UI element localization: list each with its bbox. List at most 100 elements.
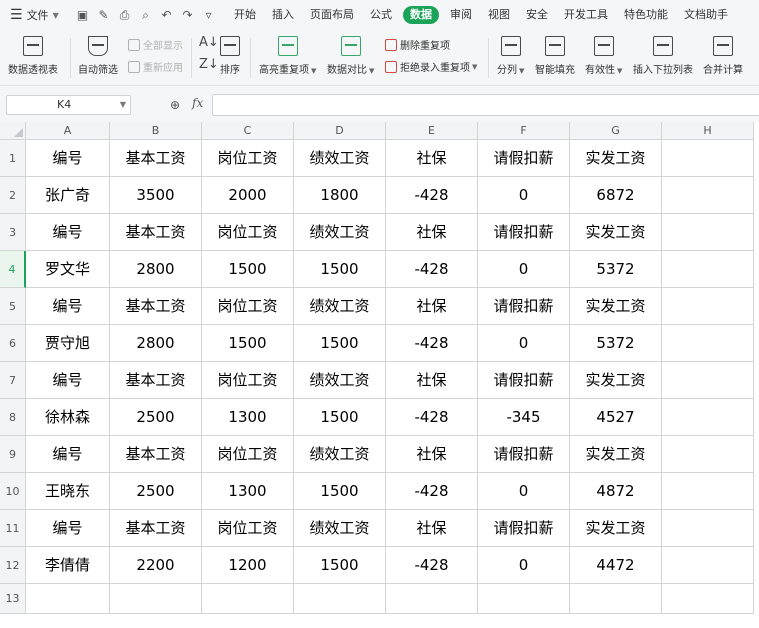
cell-b2[interactable]: 3500 xyxy=(110,177,202,214)
cell-f9[interactable]: 请假扣薪 xyxy=(478,436,570,473)
cell-h11[interactable] xyxy=(662,510,754,547)
row-header-10[interactable]: 10 xyxy=(0,473,26,510)
cell-d1[interactable]: 绩效工资 xyxy=(294,140,386,177)
column-header-d[interactable]: D xyxy=(294,122,386,140)
cell-b3[interactable]: 基本工资 xyxy=(110,214,202,251)
cell-g13[interactable] xyxy=(570,584,662,614)
row-header-3[interactable]: 3 xyxy=(0,214,26,251)
cell-f3[interactable]: 请假扣薪 xyxy=(478,214,570,251)
redo-icon[interactable]: ↷ xyxy=(177,8,198,22)
save-icon[interactable]: ▣ xyxy=(72,8,93,22)
cell-a3[interactable]: 编号 xyxy=(26,214,110,251)
row-header-7[interactable]: 7 xyxy=(0,362,26,399)
tab-8[interactable]: 开发工具 xyxy=(556,0,616,30)
row-header-5[interactable]: 5 xyxy=(0,288,26,325)
cell-b4[interactable]: 2800 xyxy=(110,251,202,288)
cell-a1[interactable]: 编号 xyxy=(26,140,110,177)
function-icon[interactable]: fx xyxy=(192,96,203,110)
smart-fill-button[interactable]: 智能填充 xyxy=(535,36,575,76)
tab-5[interactable]: 审阅 xyxy=(442,0,480,30)
cell-c13[interactable] xyxy=(202,584,294,614)
cell-c4[interactable]: 1500 xyxy=(202,251,294,288)
customize-icon[interactable]: ▿ xyxy=(198,8,219,22)
cell-c9[interactable]: 岗位工资 xyxy=(202,436,294,473)
select-all-corner[interactable] xyxy=(0,122,26,140)
cell-a10[interactable]: 王晓东 xyxy=(26,473,110,510)
cell-b8[interactable]: 2500 xyxy=(110,399,202,436)
cell-d4[interactable]: 1500 xyxy=(294,251,386,288)
cell-h10[interactable] xyxy=(662,473,754,510)
cell-a4[interactable]: 罗文华 xyxy=(26,251,110,288)
column-header-b[interactable]: B xyxy=(110,122,202,140)
cell-e10[interactable]: -428 xyxy=(386,473,478,510)
cell-a5[interactable]: 编号 xyxy=(26,288,110,325)
autofilter-button[interactable]: 自动筛选 xyxy=(78,36,118,76)
zoom-icon[interactable]: ⊕ xyxy=(170,98,180,112)
cell-a2[interactable]: 张广奇 xyxy=(26,177,110,214)
print-icon[interactable]: ⎙ xyxy=(114,8,135,23)
cell-e7[interactable]: 社保 xyxy=(386,362,478,399)
cell-a6[interactable]: 贾守旭 xyxy=(26,325,110,362)
cell-f13[interactable] xyxy=(478,584,570,614)
cell-f11[interactable]: 请假扣薪 xyxy=(478,510,570,547)
cell-c2[interactable]: 2000 xyxy=(202,177,294,214)
cell-g11[interactable]: 实发工资 xyxy=(570,510,662,547)
cell-e5[interactable]: 社保 xyxy=(386,288,478,325)
merge-calculation-button[interactable]: 合并计算 xyxy=(703,36,743,76)
cell-a9[interactable]: 编号 xyxy=(26,436,110,473)
data-compare-button[interactable]: 数据对比 ▼ xyxy=(327,36,374,76)
tab-6[interactable]: 视图 xyxy=(480,0,518,30)
cell-g3[interactable]: 实发工资 xyxy=(570,214,662,251)
cell-e4[interactable]: -428 xyxy=(386,251,478,288)
chevron-down-icon[interactable]: ▼ xyxy=(120,96,126,114)
cell-b11[interactable]: 基本工资 xyxy=(110,510,202,547)
row-header-8[interactable]: 8 xyxy=(0,399,26,436)
reapply-button[interactable]: 重新应用 xyxy=(128,59,183,74)
cell-b7[interactable]: 基本工资 xyxy=(110,362,202,399)
row-header-6[interactable]: 6 xyxy=(0,325,26,362)
cell-h2[interactable] xyxy=(662,177,754,214)
cell-a7[interactable]: 编号 xyxy=(26,362,110,399)
cell-g12[interactable]: 4472 xyxy=(570,547,662,584)
cell-g9[interactable]: 实发工资 xyxy=(570,436,662,473)
remove-duplicates-button[interactable]: 删除重复项 xyxy=(385,37,450,52)
format-painter-icon[interactable]: ✎ xyxy=(93,8,114,22)
sort-ascending-icon[interactable]: A↓ xyxy=(199,35,219,50)
cell-f7[interactable]: 请假扣薪 xyxy=(478,362,570,399)
cell-g7[interactable]: 实发工资 xyxy=(570,362,662,399)
cell-d8[interactable]: 1500 xyxy=(294,399,386,436)
cell-h5[interactable] xyxy=(662,288,754,325)
row-header-12[interactable]: 12 xyxy=(0,547,26,584)
cell-h12[interactable] xyxy=(662,547,754,584)
cell-e1[interactable]: 社保 xyxy=(386,140,478,177)
sort-descending-icon[interactable]: Z↓ xyxy=(199,57,219,72)
cell-b1[interactable]: 基本工资 xyxy=(110,140,202,177)
cell-h6[interactable] xyxy=(662,325,754,362)
split-column-button[interactable]: 分列 ▼ xyxy=(497,36,524,76)
validity-button[interactable]: 有效性 ▼ xyxy=(585,36,622,76)
column-header-e[interactable]: E xyxy=(386,122,478,140)
name-box[interactable]: K4 ▼ xyxy=(6,95,131,115)
sort-button[interactable]: 排序 xyxy=(220,36,240,76)
cell-d13[interactable] xyxy=(294,584,386,614)
cell-g6[interactable]: 5372 xyxy=(570,325,662,362)
cell-c7[interactable]: 岗位工资 xyxy=(202,362,294,399)
highlight-duplicates-button[interactable]: 高亮重复项 ▼ xyxy=(259,36,316,76)
pivot-table-button[interactable]: 数据透视表 xyxy=(8,36,58,76)
cell-c5[interactable]: 岗位工资 xyxy=(202,288,294,325)
column-header-h[interactable]: H xyxy=(662,122,754,140)
cell-g1[interactable]: 实发工资 xyxy=(570,140,662,177)
cell-g8[interactable]: 4527 xyxy=(570,399,662,436)
cell-e3[interactable]: 社保 xyxy=(386,214,478,251)
cell-e8[interactable]: -428 xyxy=(386,399,478,436)
cell-d7[interactable]: 绩效工资 xyxy=(294,362,386,399)
cell-g2[interactable]: 6872 xyxy=(570,177,662,214)
cell-f5[interactable]: 请假扣薪 xyxy=(478,288,570,325)
show-all-button[interactable]: 全部显示 xyxy=(128,37,183,52)
cell-a11[interactable]: 编号 xyxy=(26,510,110,547)
cell-a12[interactable]: 李倩倩 xyxy=(26,547,110,584)
cell-g10[interactable]: 4872 xyxy=(570,473,662,510)
cell-h7[interactable] xyxy=(662,362,754,399)
cell-b6[interactable]: 2800 xyxy=(110,325,202,362)
undo-icon[interactable]: ↶ xyxy=(156,8,177,22)
